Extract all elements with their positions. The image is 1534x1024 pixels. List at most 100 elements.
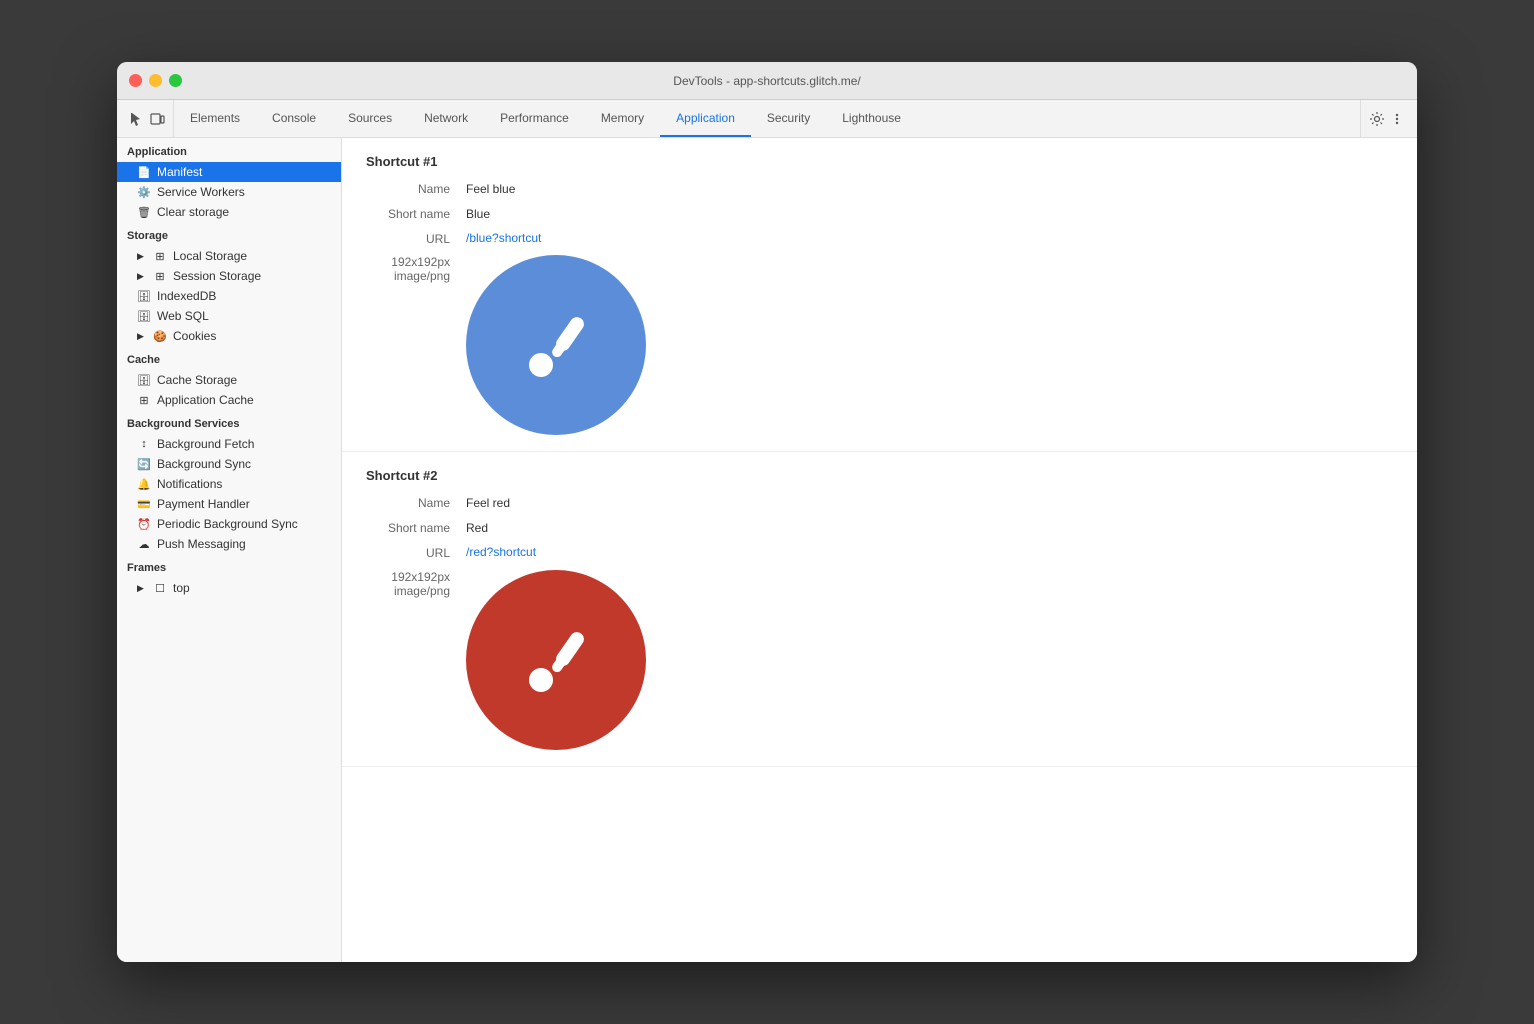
push-messaging-icon: ☁ <box>137 538 151 551</box>
frame-icon: ☐ <box>153 582 167 595</box>
maximize-button[interactable] <box>169 74 182 87</box>
more-icon[interactable] <box>1389 111 1405 127</box>
service-workers-icon: ⚙️ <box>137 186 151 199</box>
traffic-lights <box>129 74 182 87</box>
sidebar-item-indexeddb-label: IndexedDB <box>157 289 216 303</box>
sidebar-item-service-workers-label: Service Workers <box>157 185 245 199</box>
sidebar-item-service-workers[interactable]: ⚙️ Service Workers <box>117 182 341 202</box>
sidebar-section-frames: Frames <box>117 554 341 578</box>
shortcut-1-shortname-row: Short name Blue <box>366 206 1393 223</box>
shortcut-1-image-container <box>466 255 646 435</box>
sidebar-item-background-sync[interactable]: 🔄 Background Sync <box>117 454 341 474</box>
expand-arrow-icon: ▶ <box>137 251 147 262</box>
paint-brush-icon-blue <box>511 300 601 390</box>
titlebar: DevTools - app-shortcuts.glitch.me/ <box>117 62 1417 100</box>
devtools: Elements Console Sources Network Perform… <box>117 100 1417 962</box>
sidebar-section-application: Application <box>117 138 341 162</box>
tab-lighthouse[interactable]: Lighthouse <box>826 100 917 137</box>
sidebar-section-storage: Storage <box>117 222 341 246</box>
sidebar-item-push-messaging[interactable]: ☁ Push Messaging <box>117 534 341 554</box>
shortcut-2-url-row: URL /red?shortcut <box>366 545 1393 562</box>
toolbar-tabs: Elements Console Sources Network Perform… <box>174 100 1360 137</box>
settings-icon[interactable] <box>1369 111 1385 127</box>
shortcut-2-url-link[interactable]: /red?shortcut <box>466 545 536 559</box>
shortcut-1-url-row: URL /blue?shortcut <box>366 231 1393 248</box>
shortcut-1-name-value: Feel blue <box>466 181 515 198</box>
tab-sources[interactable]: Sources <box>332 100 408 137</box>
sidebar-item-manifest-label: Manifest <box>157 165 202 179</box>
sidebar-item-cookies-label: Cookies <box>173 329 216 343</box>
device-icon[interactable] <box>149 111 165 127</box>
expand-arrow-icon: ▶ <box>137 583 147 594</box>
shortcut-1-url-link[interactable]: /blue?shortcut <box>466 231 541 245</box>
toolbar: Elements Console Sources Network Perform… <box>117 100 1417 138</box>
sidebar: Application 📄 Manifest ⚙️ Service Worker… <box>117 138 342 962</box>
shortcut-1-image-section: 192x192px image/png <box>366 255 1393 435</box>
shortcut-1-section: Shortcut #1 Name Feel blue Short name Bl… <box>342 138 1417 452</box>
application-cache-icon: ⊞ <box>137 394 151 407</box>
shortcut-2-name-label: Name <box>366 495 466 512</box>
shortcut-1-url-label: URL <box>366 231 466 248</box>
sidebar-item-session-storage-label: Session Storage <box>173 269 261 283</box>
shortcut-2-name-value: Feel red <box>466 495 510 512</box>
tab-console[interactable]: Console <box>256 100 332 137</box>
sidebar-item-local-storage[interactable]: ▶ ⊞ Local Storage <box>117 246 341 266</box>
sidebar-item-notifications-label: Notifications <box>157 477 222 491</box>
sidebar-item-web-sql-label: Web SQL <box>157 309 209 323</box>
clear-storage-icon: 🗑 <box>137 206 151 219</box>
sidebar-item-payment-handler[interactable]: 💳 Payment Handler <box>117 494 341 514</box>
manifest-icon: 📄 <box>137 166 151 179</box>
shortcut-1-image-meta: 192x192px image/png <box>366 255 466 283</box>
periodic-background-sync-icon: ⏰ <box>137 518 151 531</box>
sidebar-item-manifest[interactable]: 📄 Manifest <box>117 162 341 182</box>
cookies-icon: 🍪 <box>153 330 167 343</box>
tab-elements[interactable]: Elements <box>174 100 256 137</box>
shortcut-2-shortname-label: Short name <box>366 520 466 537</box>
cursor-icon[interactable] <box>129 111 145 127</box>
minimize-button[interactable] <box>149 74 162 87</box>
paint-brush-icon-red <box>511 615 601 705</box>
background-fetch-icon: ↕ <box>137 438 151 450</box>
sidebar-item-push-messaging-label: Push Messaging <box>157 537 246 551</box>
sidebar-item-application-cache-label: Application Cache <box>157 393 254 407</box>
content: Shortcut #1 Name Feel blue Short name Bl… <box>342 138 1417 962</box>
shortcut-1-image-size: 192x192px <box>366 255 450 269</box>
cache-storage-icon: 🗄 <box>137 374 151 387</box>
sidebar-item-periodic-background-sync-label: Periodic Background Sync <box>157 517 298 531</box>
sidebar-item-notifications[interactable]: 🔔 Notifications <box>117 474 341 494</box>
toolbar-left <box>121 100 174 137</box>
shortcut-2-title: Shortcut #2 <box>366 468 1393 483</box>
sidebar-item-session-storage[interactable]: ▶ ⊞ Session Storage <box>117 266 341 286</box>
devtools-window: DevTools - app-shortcuts.glitch.me/ <box>117 62 1417 962</box>
sidebar-item-top[interactable]: ▶ ☐ top <box>117 578 341 598</box>
shortcut-2-image-red-circle <box>466 570 646 750</box>
tab-application[interactable]: Application <box>660 100 751 137</box>
sidebar-item-cache-storage[interactable]: 🗄 Cache Storage <box>117 370 341 390</box>
close-button[interactable] <box>129 74 142 87</box>
sidebar-item-cookies[interactable]: ▶ 🍪 Cookies <box>117 326 341 346</box>
sidebar-item-indexeddb[interactable]: 🗄 IndexedDB <box>117 286 341 306</box>
sidebar-item-application-cache[interactable]: ⊞ Application Cache <box>117 390 341 410</box>
local-storage-icon: ⊞ <box>153 250 167 263</box>
tab-network[interactable]: Network <box>408 100 484 137</box>
tab-security[interactable]: Security <box>751 100 826 137</box>
tab-memory[interactable]: Memory <box>585 100 660 137</box>
session-storage-icon: ⊞ <box>153 270 167 283</box>
sidebar-item-clear-storage-label: Clear storage <box>157 205 229 219</box>
sidebar-item-local-storage-label: Local Storage <box>173 249 247 263</box>
shortcut-2-image-type: image/png <box>366 584 450 598</box>
shortcut-2-image-container <box>466 570 646 750</box>
sidebar-item-periodic-background-sync[interactable]: ⏰ Periodic Background Sync <box>117 514 341 534</box>
sidebar-item-web-sql[interactable]: 🗄 Web SQL <box>117 306 341 326</box>
tab-performance[interactable]: Performance <box>484 100 585 137</box>
indexeddb-icon: 🗄 <box>137 290 151 303</box>
sidebar-item-background-fetch[interactable]: ↕ Background Fetch <box>117 434 341 454</box>
sidebar-section-cache: Cache <box>117 346 341 370</box>
sidebar-item-top-label: top <box>173 581 190 595</box>
sidebar-item-background-sync-label: Background Sync <box>157 457 251 471</box>
shortcut-2-image-section: 192x192px image/png <box>366 570 1393 750</box>
notifications-icon: 🔔 <box>137 478 151 491</box>
shortcut-1-shortname-value: Blue <box>466 206 490 223</box>
sidebar-item-clear-storage[interactable]: 🗑 Clear storage <box>117 202 341 222</box>
shortcut-2-image-size: 192x192px <box>366 570 450 584</box>
